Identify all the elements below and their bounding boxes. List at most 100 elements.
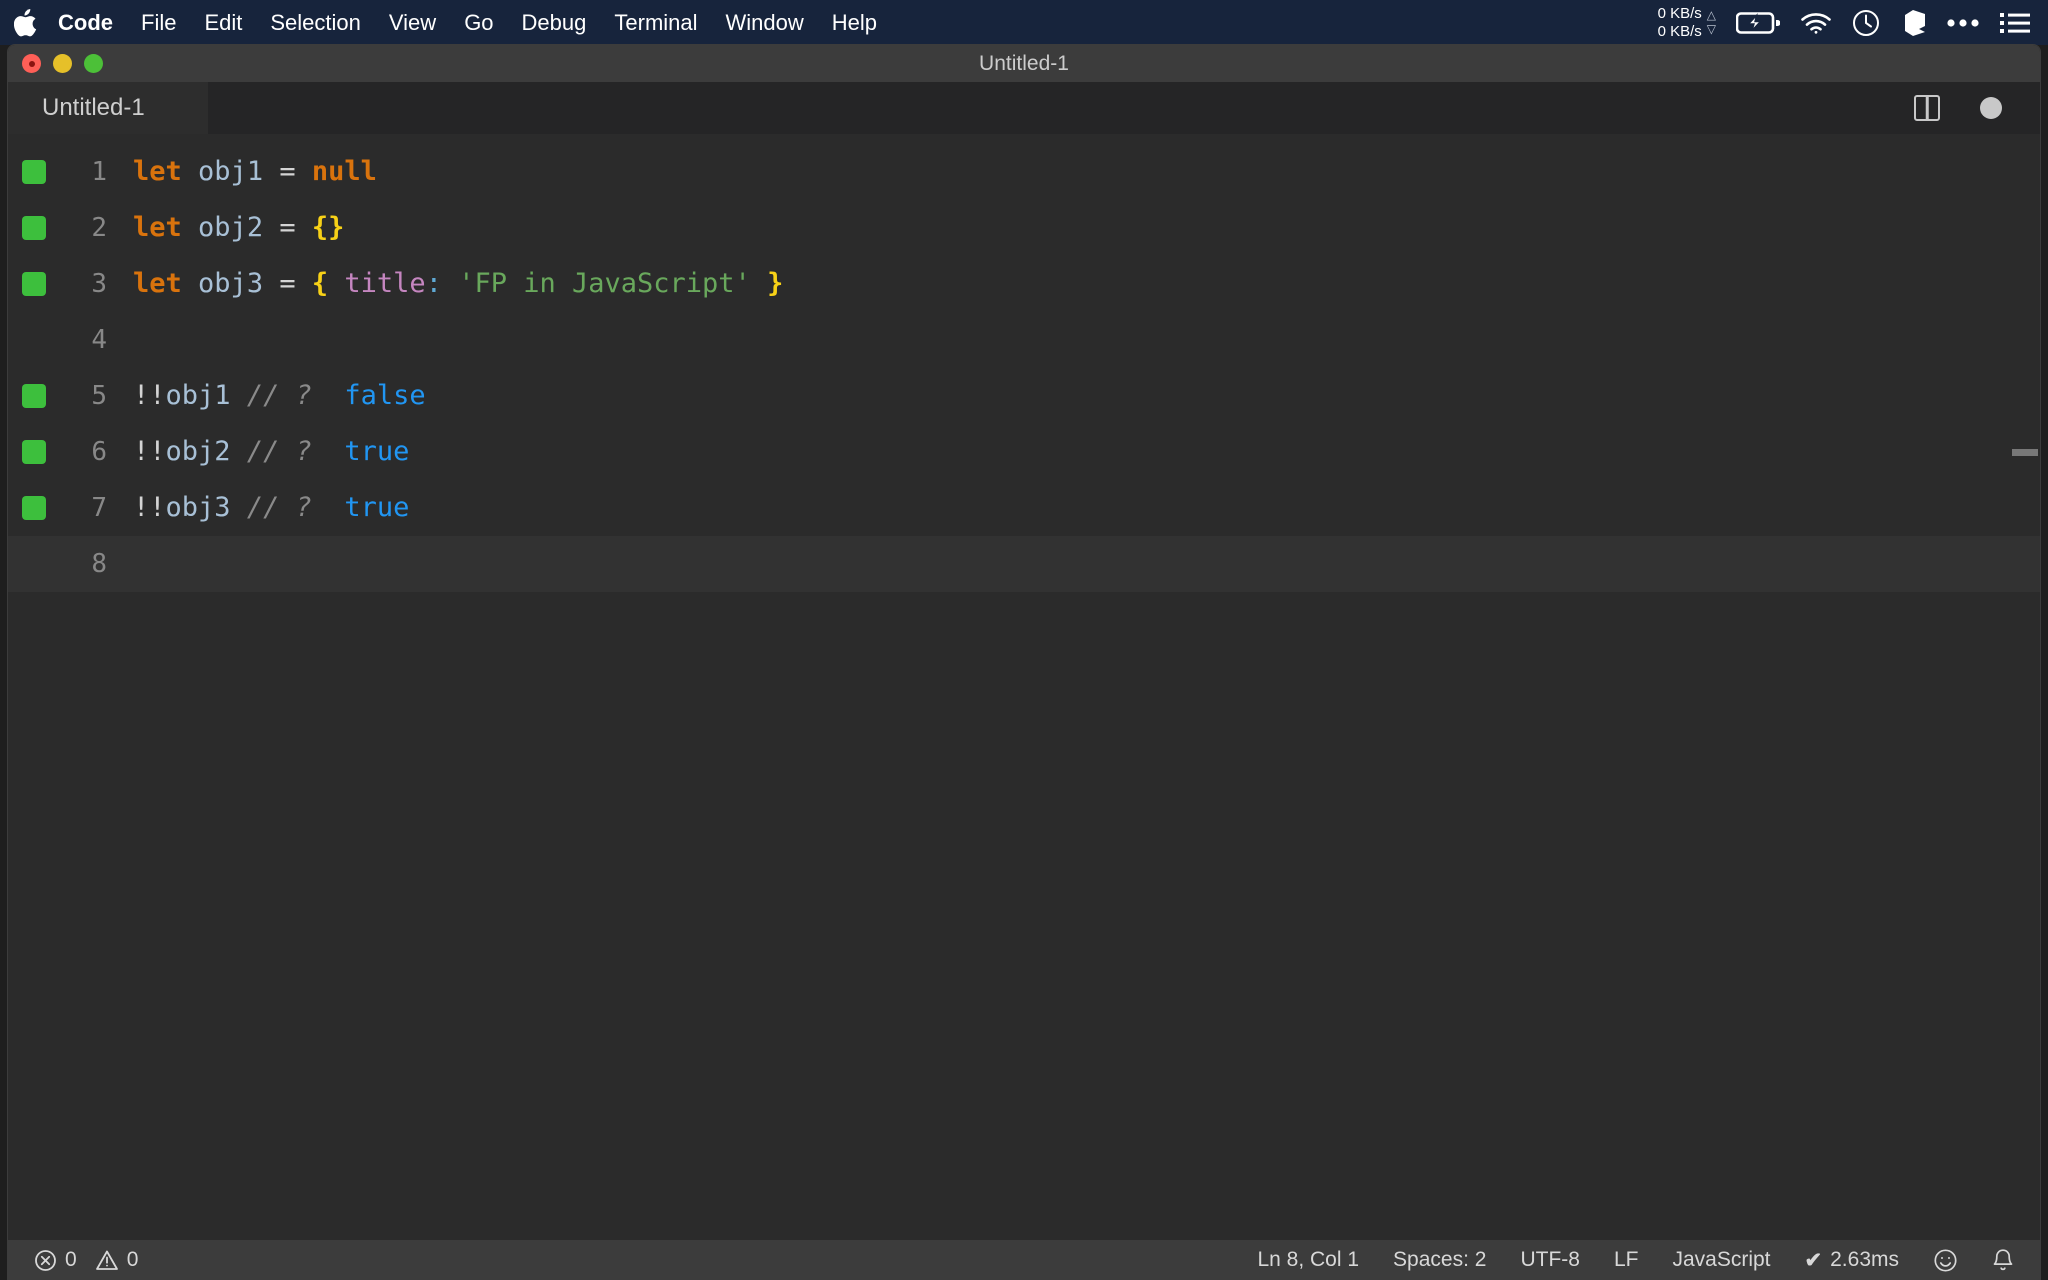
error-circle-icon <box>34 1249 57 1272</box>
token-value: false <box>344 380 425 411</box>
window-title-bar: Untitled-1 <box>8 45 2040 82</box>
token-var: obj3 <box>198 268 263 299</box>
coverage-marker-icon[interactable] <box>22 440 46 464</box>
coverage-marker-icon[interactable] <box>22 216 46 240</box>
wifi-icon[interactable] <box>1800 11 1832 35</box>
token-kw: let <box>133 156 182 187</box>
token-value: true <box>344 492 409 523</box>
network-download-speed: 0 KB/s <box>1658 23 1702 40</box>
status-cursor-position[interactable]: Ln 8, Col 1 <box>1257 1248 1359 1272</box>
bell-icon[interactable] <box>1992 1248 2014 1273</box>
quokka-time: 2.63ms <box>1830 1248 1899 1272</box>
token-plain <box>182 268 198 299</box>
token-op: = <box>279 268 295 299</box>
status-language-mode[interactable]: JavaScript <box>1672 1248 1770 1272</box>
smiley-icon[interactable] <box>1933 1248 1958 1273</box>
code-line-7[interactable]: 7!!obj3 // ? true <box>8 480 2040 536</box>
warning-triangle-icon <box>95 1249 119 1271</box>
list-icon[interactable] <box>2000 12 2030 34</box>
menu-item-go[interactable]: Go <box>450 0 507 45</box>
coverage-marker-icon[interactable] <box>22 160 46 184</box>
token-comment: // ? <box>247 492 312 523</box>
token-var: obj1 <box>198 156 263 187</box>
coverage-marker-icon[interactable] <box>22 272 46 296</box>
apple-logo-icon[interactable] <box>0 9 44 37</box>
menu-item-terminal[interactable]: Terminal <box>600 0 711 45</box>
cube-icon[interactable] <box>1900 9 1926 37</box>
more-actions-icon[interactable] <box>1980 97 2002 119</box>
status-indentation[interactable]: Spaces: 2 <box>1393 1248 1486 1272</box>
error-count: 0 <box>65 1248 77 1272</box>
menu-item-debug[interactable]: Debug <box>508 0 601 45</box>
network-speed-indicator[interactable]: 0 KB/s 0 KB/s △ ▽ <box>1658 5 1716 40</box>
tab-untitled-1[interactable]: Untitled-1 <box>8 82 208 134</box>
token-plain <box>263 212 279 243</box>
token-var: obj2 <box>198 212 263 243</box>
token-comment: // ? <box>247 380 312 411</box>
close-window-button[interactable] <box>22 54 41 73</box>
token-brace: {} <box>312 212 345 243</box>
vscode-window: Untitled-1 Untitled-1 1let obj1 = null2l… <box>8 45 2040 1280</box>
code-lines-container: 1let obj1 = null2let obj2 = {}3let obj3 … <box>8 134 2040 592</box>
minimize-window-button[interactable] <box>53 54 72 73</box>
maximize-window-button[interactable] <box>84 54 103 73</box>
token-op: = <box>279 156 295 187</box>
line-content: !!obj2 // ? true <box>133 424 2040 480</box>
token-plain <box>296 212 312 243</box>
token-plain <box>296 156 312 187</box>
clock-icon[interactable] <box>1852 9 1880 37</box>
coverage-marker-icon[interactable] <box>22 496 46 520</box>
editor-scrollbar-slider[interactable] <box>2012 449 2038 456</box>
line-number: 8 <box>8 536 133 592</box>
status-problems[interactable]: 0 0 <box>34 1248 138 1272</box>
token-op: !! <box>133 380 166 411</box>
token-null: null <box>312 156 377 187</box>
code-line-8[interactable]: 8 <box>8 536 2040 592</box>
token-plain <box>231 380 247 411</box>
code-line-5[interactable]: 5!!obj1 // ? false <box>8 368 2040 424</box>
menu-item-code[interactable]: Code <box>44 0 127 45</box>
code-line-4[interactable]: 4 <box>8 312 2040 368</box>
download-arrow-icon: ▽ <box>1707 23 1716 37</box>
ellipsis-icon[interactable] <box>1946 17 1980 29</box>
token-plain <box>182 212 198 243</box>
token-plain <box>231 436 247 467</box>
token-plain <box>328 268 344 299</box>
token-plain <box>312 380 345 411</box>
status-bar-left: 0 0 <box>8 1248 138 1272</box>
menu-item-help[interactable]: Help <box>818 0 891 45</box>
menu-item-selection[interactable]: Selection <box>256 0 375 45</box>
menu-bar-status-items: 0 KB/s 0 KB/s △ ▽ <box>1658 0 2048 45</box>
token-plain <box>182 156 198 187</box>
token-var: obj1 <box>166 380 231 411</box>
line-content: let obj1 = null <box>133 144 2040 200</box>
menu-item-file[interactable]: File <box>127 0 190 45</box>
token-op: !! <box>133 436 166 467</box>
token-kw: let <box>133 212 182 243</box>
menu-item-edit[interactable]: Edit <box>190 0 256 45</box>
code-line-3[interactable]: 3let obj3 = { title: 'FP in JavaScript' … <box>8 256 2040 312</box>
status-eol[interactable]: LF <box>1614 1248 1639 1272</box>
menu-item-window[interactable]: Window <box>712 0 818 45</box>
status-encoding[interactable]: UTF-8 <box>1520 1248 1580 1272</box>
status-bar-right: Ln 8, Col 1 Spaces: 2 UTF-8 LF JavaScrip… <box>1257 1248 2040 1273</box>
battery-charging-icon[interactable] <box>1736 11 1780 35</box>
warning-count: 0 <box>127 1248 139 1272</box>
line-content: !!obj3 // ? true <box>133 480 2040 536</box>
code-line-2[interactable]: 2let obj2 = {} <box>8 200 2040 256</box>
split-editor-icon[interactable] <box>1914 95 1940 121</box>
token-var: obj2 <box>166 436 231 467</box>
token-op: = <box>279 212 295 243</box>
status-bar: 0 0 Ln 8, Col 1 Spaces: 2 UTF-8 LF JavaS… <box>8 1240 2040 1280</box>
code-editor[interactable]: 1let obj1 = null2let obj2 = {}3let obj3 … <box>8 134 2040 1240</box>
menu-item-view[interactable]: View <box>375 0 450 45</box>
status-quokka[interactable]: ✔ 2.63ms <box>1805 1248 1899 1273</box>
token-plain <box>296 268 312 299</box>
macos-menu-bar: Code File Edit Selection View Go Debug T… <box>0 0 2048 45</box>
token-plain <box>312 492 345 523</box>
token-str: 'FP in JavaScript' <box>458 268 751 299</box>
token-brace: } <box>767 268 783 299</box>
code-line-6[interactable]: 6!!obj2 // ? true <box>8 424 2040 480</box>
coverage-marker-icon[interactable] <box>22 384 46 408</box>
code-line-1[interactable]: 1let obj1 = null <box>8 144 2040 200</box>
